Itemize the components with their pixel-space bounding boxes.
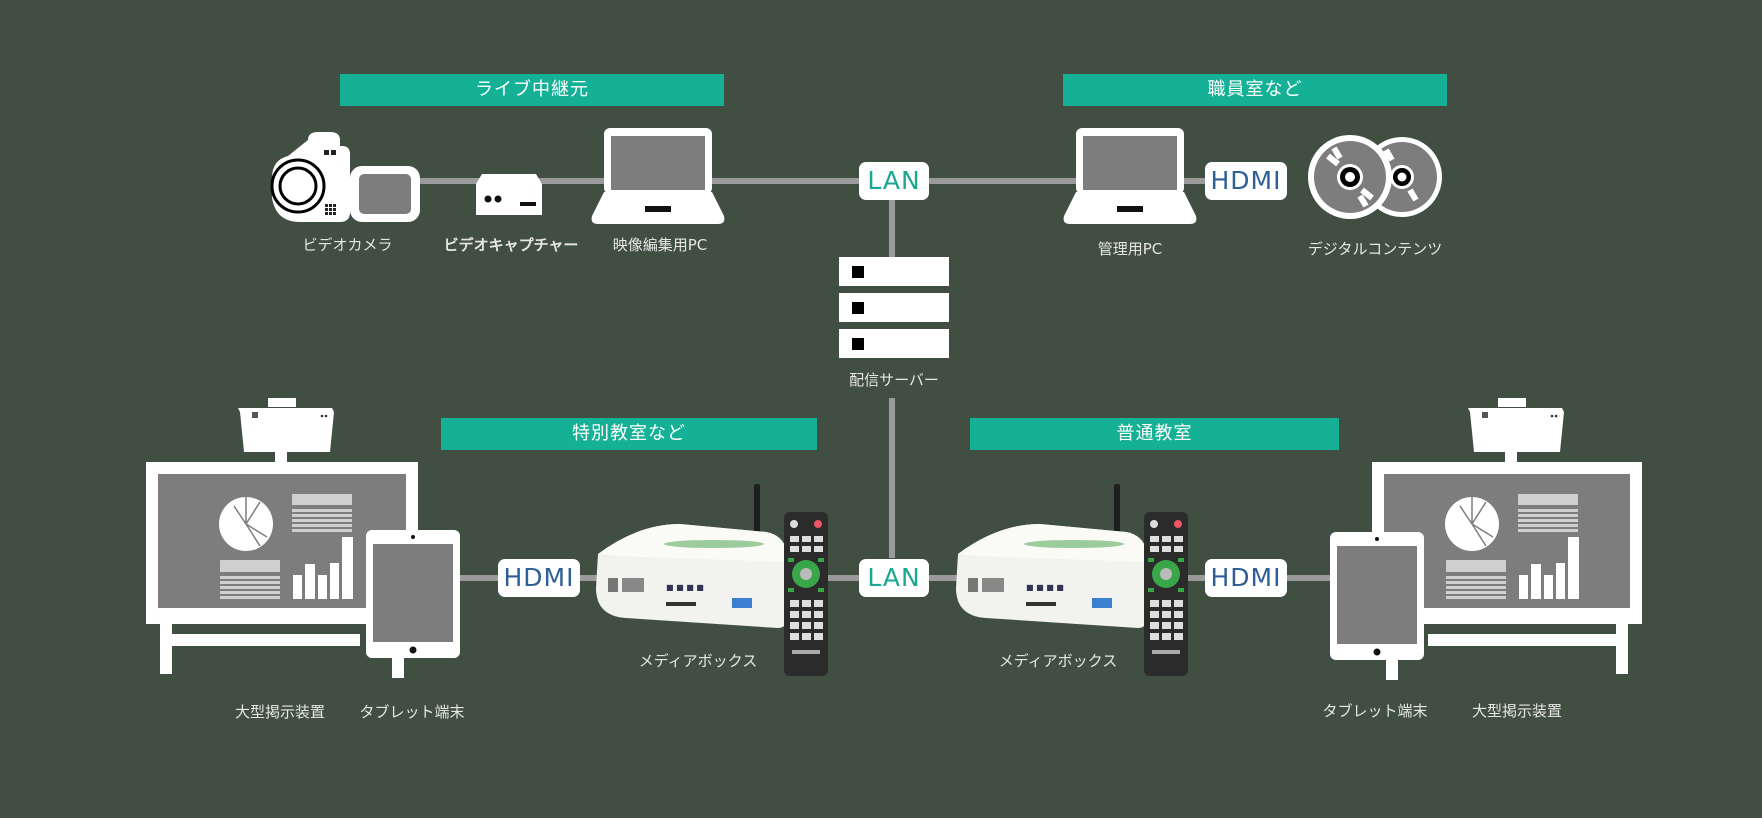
admin-pc-label: 管理用PC: [1097, 240, 1163, 258]
large-display-left-label: 大型掲示装置: [234, 703, 325, 721]
server-unit: [839, 257, 949, 286]
zone-banner-live-source: ライブ中継元: [340, 74, 724, 106]
media-box-left-icon: ■ ■ ■ ■: [596, 484, 828, 676]
video-capture-label: ビデオキャプチャー: [443, 236, 579, 254]
svg-text:■ ■ ■ ■: ■ ■ ■ ■: [666, 583, 704, 592]
tablet-right-label: タブレット端末: [1322, 702, 1428, 720]
tablet-right-icon: [1330, 532, 1424, 680]
server-unit: [839, 293, 949, 322]
digital-content-label: デジタルコンテンツ: [1307, 240, 1443, 258]
lan-connection-tag-top: LAN: [859, 162, 929, 200]
distribution-server-label: 配信サーバー: [849, 371, 939, 389]
media-box-right-icon: ■ ■ ■ ■: [956, 484, 1188, 676]
admin-pc-laptop-icon: [1063, 128, 1197, 224]
zone-banner-staff-room: 職員室など: [1063, 74, 1447, 106]
hdmi-connection-tag-bottom-right: HDMI: [1205, 559, 1287, 597]
hdmi-connection-tag-bottom-left: HDMI: [498, 559, 580, 597]
lan-connection-tag-bottom: LAN: [859, 559, 929, 597]
editing-pc-label: 映像編集用PC: [612, 236, 708, 254]
zone-banner-regular-classroom: 普通教室: [970, 418, 1339, 450]
server-unit: [839, 329, 949, 358]
video-camera-icon: [270, 132, 420, 222]
video-capture-icon: [476, 174, 542, 215]
tablet-left-icon: [366, 530, 460, 678]
media-box-left-label: メディアボックス: [638, 652, 758, 670]
digital-content-disc-icon: [1308, 135, 1442, 219]
svg-text:■ ■ ■ ■: ■ ■ ■ ■: [1026, 583, 1064, 592]
tablet-left-label: タブレット端末: [359, 703, 465, 721]
editing-pc-laptop-icon: [591, 128, 725, 224]
hdmi-connection-tag-top: HDMI: [1205, 162, 1287, 200]
video-camera-label: ビデオカメラ: [302, 236, 393, 254]
zone-banner-special-classroom: 特別教室など: [441, 418, 817, 450]
media-box-right-label: メディアボックス: [998, 652, 1118, 670]
connector-server-down: [889, 398, 895, 558]
distribution-server-icon: [839, 257, 949, 358]
connector-server-up: [889, 196, 895, 260]
large-display-right-label: 大型掲示装置: [1471, 702, 1562, 720]
